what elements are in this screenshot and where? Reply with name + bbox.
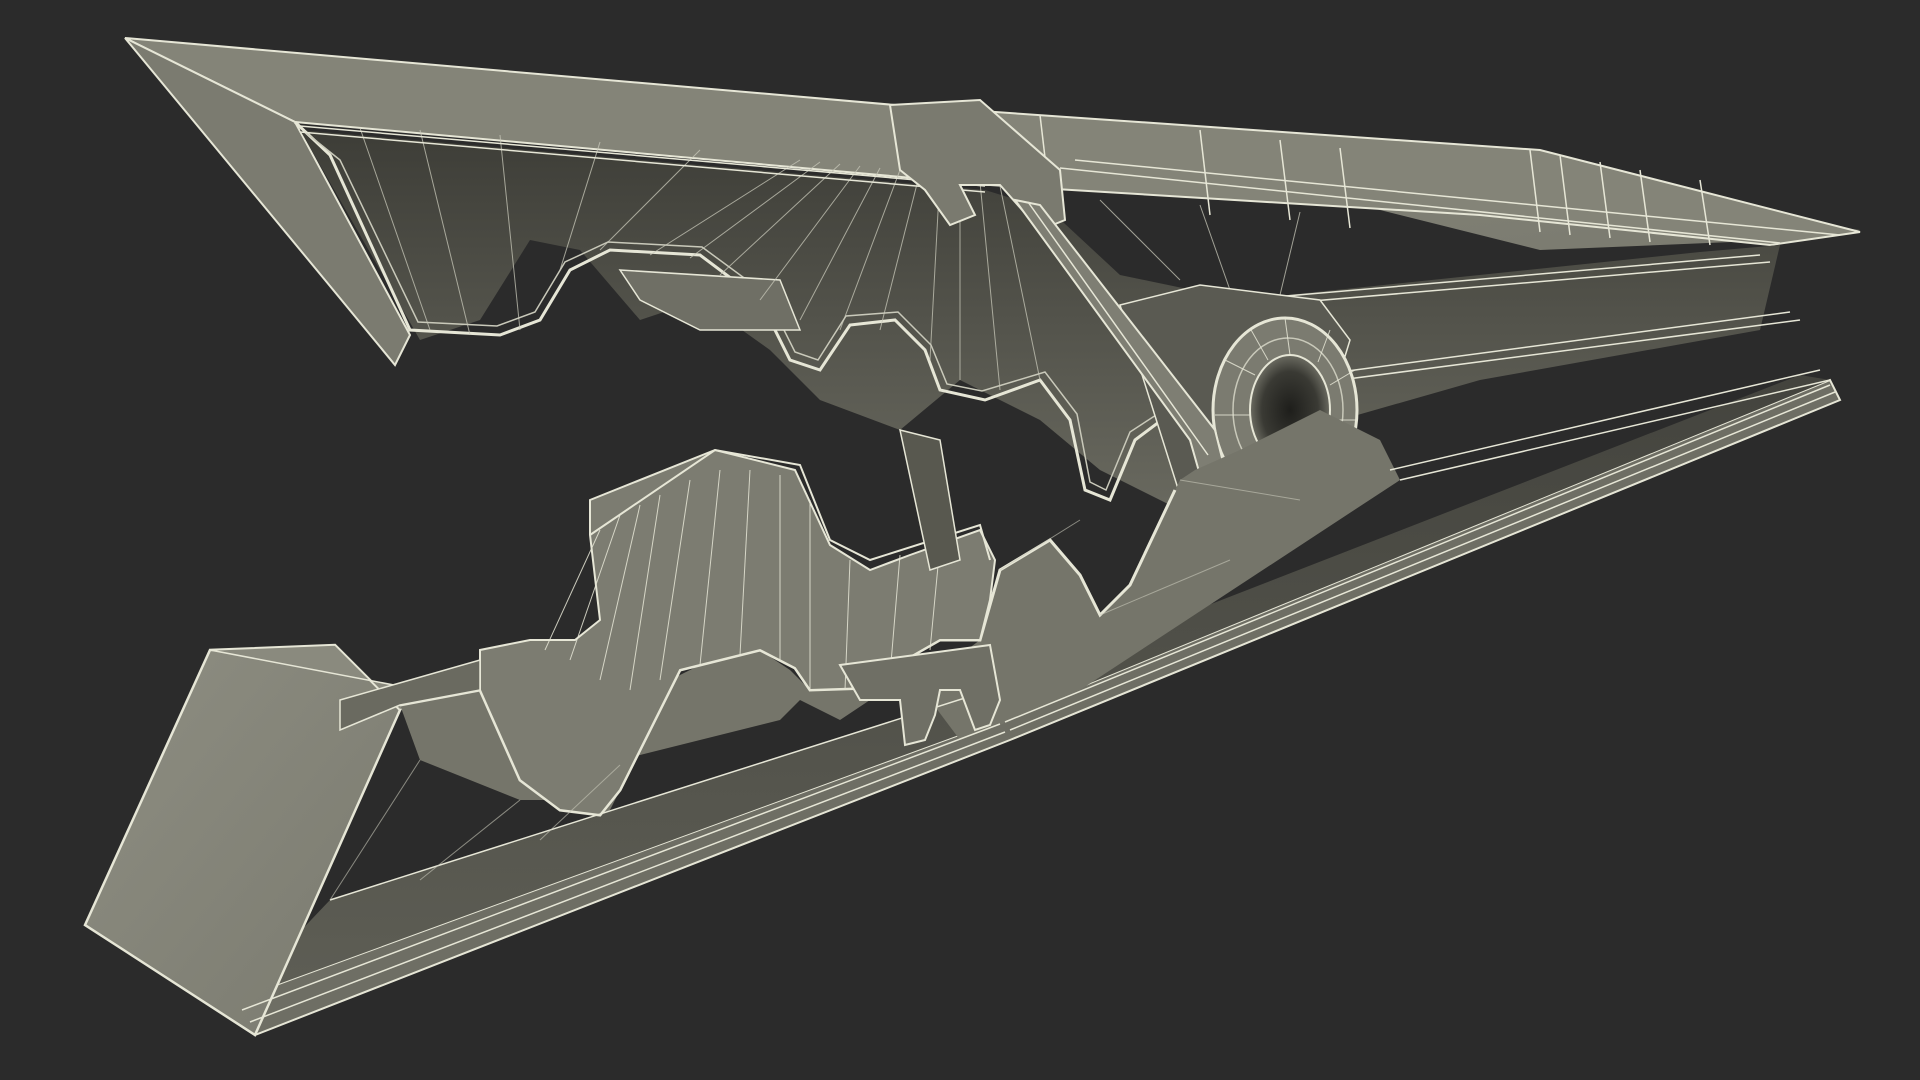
- render-viewport: [83, 37, 1861, 1037]
- upper-arm: [124, 37, 1861, 520]
- upper-arm-jaw-ridge: [618, 269, 802, 331]
- lower-arm: [83, 369, 1842, 1037]
- lower-arm-post: [899, 428, 961, 571]
